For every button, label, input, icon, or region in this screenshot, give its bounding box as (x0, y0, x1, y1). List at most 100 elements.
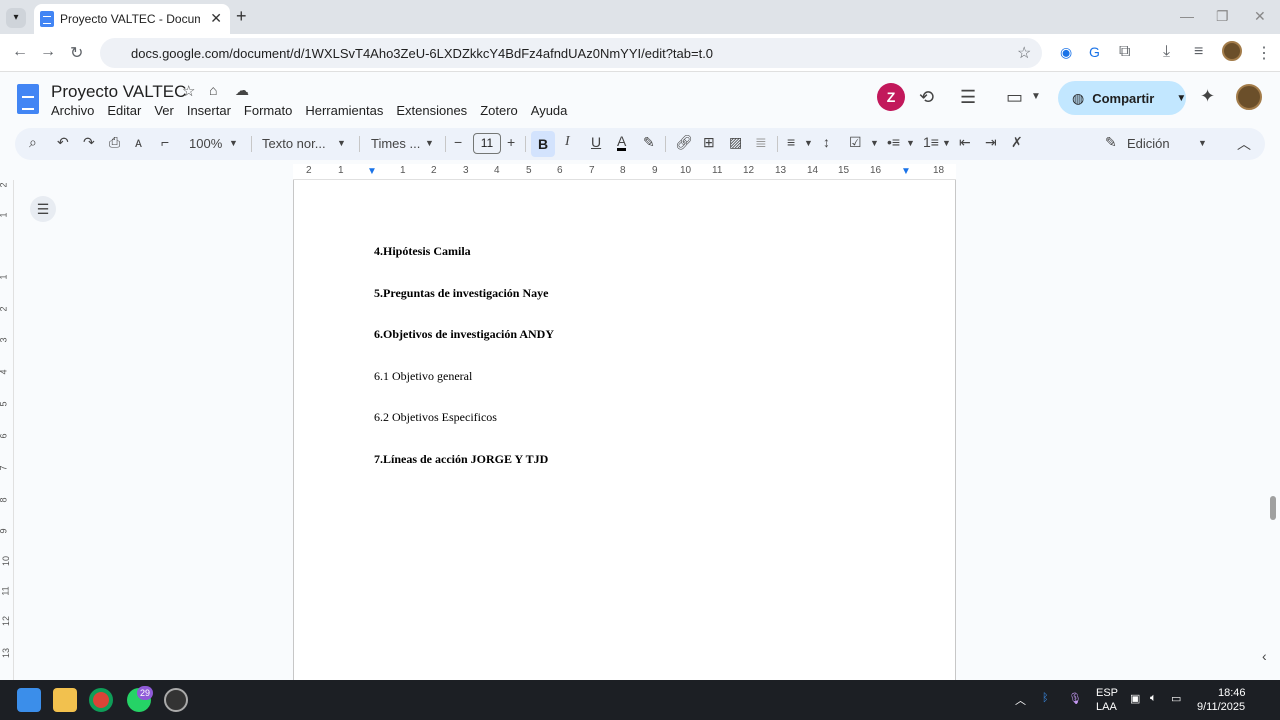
hide-menus-chevron-icon[interactable]: ︿ (1237, 134, 1251, 154)
menu-editar[interactable]: Editar (107, 103, 141, 118)
font-dropdown-icon[interactable]: ▼ (425, 138, 434, 148)
decrease-font-size-icon[interactable]: − (454, 134, 462, 150)
text-color-button[interactable]: A (617, 134, 627, 151)
clear-formatting-icon[interactable]: ✗ (1011, 134, 1023, 151)
line-spacing-icon[interactable]: ↕ (823, 134, 830, 150)
redo-icon[interactable]: ↷ (83, 134, 95, 151)
bluetooth-icon[interactable]: ᛒ (1042, 692, 1049, 704)
meet-dropdown-icon[interactable]: ▼ (1031, 91, 1041, 102)
horizontal-ruler[interactable]: 2 1 ▼ 1 2 3 4 5 6 7 8 9 10 11 12 13 14 1… (293, 164, 956, 180)
volume-icon[interactable]: 🔈︎ (1150, 692, 1157, 705)
checklist-icon[interactable]: ☑ (849, 134, 862, 151)
zotero-extension-icon[interactable]: Z (877, 83, 905, 111)
insert-image-icon[interactable]: ▨ (729, 134, 742, 151)
menu-ver[interactable]: Ver (154, 103, 174, 118)
vertical-scrollbar-thumb[interactable] (1270, 496, 1276, 520)
keyboard-layout[interactable]: LAA (1096, 701, 1117, 713)
menu-archivo[interactable]: Archivo (51, 103, 94, 118)
style-dropdown-icon[interactable]: ▼ (337, 138, 346, 148)
insert-link-icon[interactable]: 🔗︎ (675, 134, 693, 151)
clock-date[interactable]: 9/11/2025 (1197, 701, 1245, 713)
menu-insertar[interactable]: Insertar (187, 103, 231, 118)
star-icon[interactable]: ☆ (182, 82, 195, 100)
bookmark-star-icon[interactable]: ☆ (1017, 43, 1031, 63)
media-control-icon[interactable]: ≡ (1194, 43, 1203, 61)
vertical-ruler[interactable]: 2 1 1 2 3 4 5 6 7 8 9 10 11 12 13 (0, 180, 14, 680)
menu-herramientas[interactable]: Herramientas (305, 103, 383, 118)
clock-time[interactable]: 18:46 (1218, 687, 1246, 699)
tab-close-icon[interactable]: ✕ (210, 10, 222, 27)
checklist-dropdown-icon[interactable]: ▼ (870, 138, 879, 148)
menu-zotero[interactable]: Zotero (480, 103, 518, 118)
numbered-list-icon[interactable]: 1≡ (923, 134, 939, 150)
menu-extensiones[interactable]: Extensiones (396, 103, 467, 118)
forward-arrow-icon[interactable]: → (40, 43, 56, 61)
underline-button[interactable]: U (591, 134, 601, 150)
menu-formato[interactable]: Formato (244, 103, 292, 118)
undo-icon[interactable]: ↶ (57, 134, 69, 151)
print-icon[interactable]: ⎙ (109, 134, 120, 151)
align-dropdown-icon[interactable]: ▼ (804, 138, 813, 148)
bold-button[interactable]: B (531, 131, 555, 157)
maximize-icon[interactable]: ❐ (1216, 8, 1229, 25)
increase-indent-icon[interactable]: ⇥ (985, 134, 997, 151)
battery-icon[interactable]: ▭ (1171, 692, 1181, 705)
new-tab-button[interactable]: + (236, 6, 247, 27)
network-icon[interactable]: ▣ (1130, 692, 1140, 705)
subheading-objetivos-especificos[interactable]: 6.2 Objetivos Especificos (374, 410, 497, 425)
docs-logo-icon[interactable] (17, 84, 39, 114)
paint-format-icon[interactable]: ⌐ (161, 134, 169, 150)
font-select[interactable]: Times ... (371, 136, 420, 151)
document-page[interactable]: 4.Hipótesis Camila 5.Preguntas de invest… (293, 180, 956, 680)
decrease-indent-icon[interactable]: ⇤ (959, 134, 971, 151)
language-indicator[interactable]: ESP (1096, 687, 1118, 699)
numbered-dropdown-icon[interactable]: ▼ (942, 138, 951, 148)
account-avatar[interactable] (1236, 84, 1262, 110)
heading-lineas-de-accion[interactable]: 7.Líneas de acción JORGE Y TJD (374, 452, 548, 467)
highlight-color-icon[interactable]: ✎ (643, 134, 655, 151)
heading-hipotesis[interactable]: 4.Hipótesis Camila (374, 244, 471, 259)
document-outline-icon[interactable]: ☰ (30, 196, 56, 222)
gemini-icon[interactable]: ✦ (1200, 86, 1215, 107)
paragraph-style-select[interactable]: Texto nor... (262, 136, 326, 151)
windows-start-icon[interactable] (17, 688, 41, 712)
move-folder-icon[interactable]: ⌂ (209, 82, 217, 98)
version-history-icon[interactable]: ⟲ (919, 87, 934, 108)
url-text[interactable]: docs.google.com/document/d/1WXLSvT4Aho3Z… (131, 46, 713, 61)
browser-menu-icon[interactable]: ⋮ (1256, 43, 1272, 63)
cloud-status-icon[interactable]: ☁ (235, 82, 249, 99)
document-title[interactable]: Proyecto VALTEC (51, 82, 186, 102)
browser-profile-avatar[interactable] (1222, 41, 1242, 61)
tab-search-button[interactable]: ▾ (6, 8, 26, 28)
share-button[interactable]: ◍ Compartir ▼ (1058, 81, 1186, 115)
read-aloud-extension-icon[interactable]: ◉ (1060, 44, 1072, 61)
meet-video-icon[interactable]: ▭ (1006, 87, 1023, 108)
back-arrow-icon[interactable]: ← (12, 43, 28, 61)
ai-text-icon[interactable]: ≣ (755, 134, 767, 151)
file-explorer-icon[interactable] (53, 688, 77, 712)
search-menus-icon[interactable]: ⌕ (29, 134, 37, 151)
minimize-icon[interactable]: — (1180, 8, 1194, 24)
address-bar[interactable]: docs.google.com/document/d/1WXLSvT4Aho3Z… (100, 38, 1042, 68)
right-indent-marker-icon[interactable]: ▼ (901, 166, 911, 177)
font-size-input[interactable]: 11 (473, 133, 501, 154)
increase-font-size-icon[interactable]: + (507, 134, 515, 150)
subheading-objetivo-general[interactable]: 6.1 Objetivo general (374, 369, 472, 384)
bullet-dropdown-icon[interactable]: ▼ (906, 138, 915, 148)
translate-extension-icon[interactable]: G (1089, 44, 1100, 60)
spellcheck-icon[interactable]: ᴀ (135, 134, 142, 150)
editing-mode-select[interactable]: Edición (1127, 136, 1170, 151)
tab-proyecto-valtec[interactable]: Proyecto VALTEC - Documentos ✕ (34, 4, 230, 34)
bulleted-list-icon[interactable]: •≡ (887, 134, 900, 150)
chrome-icon[interactable] (89, 688, 113, 712)
comments-icon[interactable]: ☰ (960, 87, 976, 108)
microphone-icon[interactable]: 🎙︎ (1068, 692, 1082, 705)
tray-overflow-icon[interactable]: ︿ (1015, 692, 1026, 708)
mode-dropdown-icon[interactable]: ▼ (1198, 138, 1207, 148)
share-dropdown-icon[interactable]: ▼ (1176, 93, 1186, 104)
heading-objetivos[interactable]: 6.Objetivos de investigación ANDY (374, 327, 554, 342)
download-icon[interactable]: ⤓ (1163, 43, 1170, 61)
reload-icon[interactable]: ↻ (70, 43, 83, 63)
add-comment-icon[interactable]: ⊞ (703, 134, 715, 151)
zoom-select[interactable]: 100% (189, 136, 222, 151)
